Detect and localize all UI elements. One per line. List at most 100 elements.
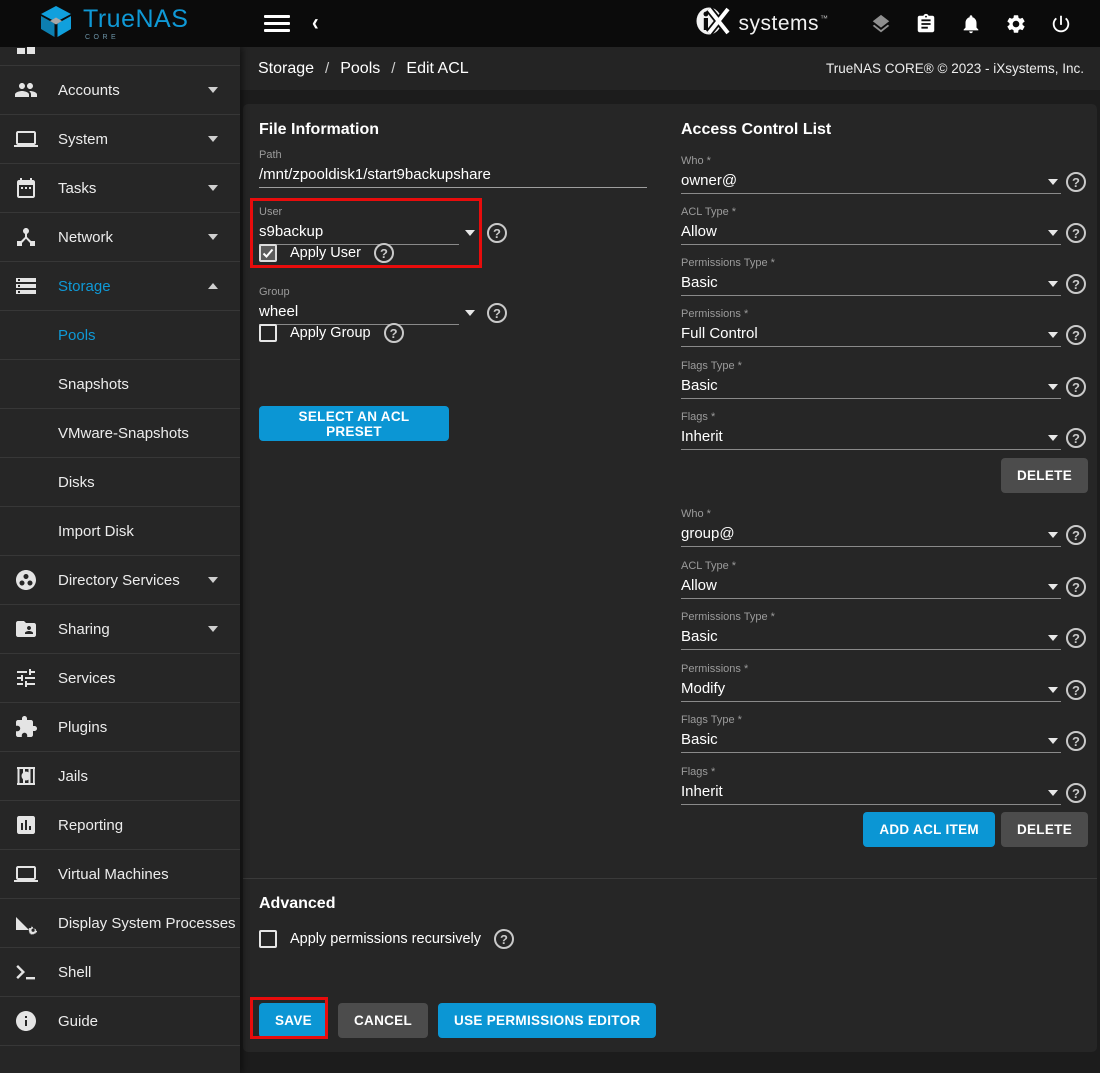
chevron-down-icon[interactable] (1048, 790, 1058, 796)
help-icon[interactable]: ? (1066, 680, 1086, 700)
help-icon[interactable]: ? (1066, 428, 1086, 448)
sidebar-item-display-system-processes[interactable]: Display System Processes (0, 899, 240, 948)
help-icon[interactable]: ? (1066, 783, 1086, 803)
acl-1-flags-type-select[interactable]: Flags Type *Basic? (681, 359, 1061, 399)
apply-user-checkbox[interactable] (259, 244, 277, 262)
help-icon[interactable]: ? (1066, 577, 1086, 597)
chevron-down-icon[interactable] (1048, 635, 1058, 641)
acl-1-actions: DELETE (681, 458, 1088, 493)
help-icon[interactable]: ? (1066, 172, 1086, 192)
directory-services-icon (14, 568, 38, 592)
acl-1-flags-select[interactable]: Flags *Inherit? (681, 410, 1061, 450)
truecommand-icon[interactable] (870, 13, 892, 35)
sidebar-item-vmware-snapshots[interactable]: VMware-Snapshots (0, 409, 240, 458)
group-help-icon[interactable]: ? (487, 303, 507, 323)
path-value: /mnt/zpooldisk1/start9backupshare (259, 163, 647, 187)
tasks-clipboard-icon[interactable] (915, 13, 937, 35)
field-label: Flags * (681, 765, 1061, 780)
help-icon[interactable]: ? (1066, 325, 1086, 345)
chevron-down-icon (208, 87, 218, 93)
sidebar-item-label: Tasks (58, 180, 96, 197)
chevron-down-icon[interactable] (1048, 532, 1058, 538)
acl-1-permissions-type-select[interactable]: Permissions Type *Basic? (681, 256, 1061, 296)
help-icon[interactable]: ? (1066, 223, 1086, 243)
delete-button[interactable]: DELETE (1001, 458, 1088, 493)
sidebar-item-guide[interactable]: Guide (0, 997, 240, 1046)
chevron-down-icon[interactable] (1048, 687, 1058, 693)
breadcrumb-item-pools[interactable]: Pools (340, 60, 380, 78)
user-help-icon[interactable]: ? (487, 223, 507, 243)
apply-group-checkbox[interactable] (259, 324, 277, 342)
acl-1-who-select[interactable]: Who *owner@? (681, 154, 1061, 194)
sidebar-item-dashboard-partial[interactable] (0, 47, 240, 66)
power-icon[interactable] (1050, 13, 1072, 35)
sidebar-item-directory-services[interactable]: Directory Services (0, 556, 240, 605)
field-value: owner@ (681, 169, 1061, 193)
cancel-button[interactable]: CANCEL (338, 1003, 428, 1038)
sidebar-item-system[interactable]: System (0, 115, 240, 164)
use-permissions-editor-button[interactable]: USE PERMISSIONS EDITOR (438, 1003, 656, 1038)
sidebar-nav: AccountsSystem Tasks NetworkStoragePoolsSn… (0, 47, 240, 1073)
chevron-down-icon[interactable] (1048, 281, 1058, 287)
sidebar-item-plugins[interactable]: Plugins (0, 703, 240, 752)
help-icon[interactable]: ? (1066, 628, 1086, 648)
sidebar-item-sharing[interactable]: Sharing (0, 605, 240, 654)
help-icon[interactable]: ? (1066, 731, 1086, 751)
sidebar-item-accounts[interactable]: Accounts (0, 66, 240, 115)
apply-group-help-icon[interactable]: ? (384, 323, 404, 343)
sidebar-item-pools[interactable]: Pools (0, 311, 240, 360)
add-acl-item-button[interactable]: ADD ACL ITEM (863, 812, 995, 847)
chevron-down-icon[interactable] (465, 310, 475, 316)
truenas-logo[interactable]: TrueNAS CORE (0, 5, 240, 43)
sidebar-item-reporting[interactable]: Reporting (0, 801, 240, 850)
acl-1-acl-type-select[interactable]: ACL Type *Allow? (681, 205, 1061, 245)
sidebar-item-jails[interactable]: Jails (0, 752, 240, 801)
sidebar-item-label: Disks (58, 474, 95, 491)
acl-2-flags-select[interactable]: Flags *Inherit? (681, 765, 1061, 805)
user-select[interactable]: User s9backup ? (259, 205, 459, 245)
sidebar-item-tasks[interactable]: Tasks (0, 164, 240, 213)
acl-2-permissions-type-select[interactable]: Permissions Type *Basic? (681, 610, 1061, 650)
field-label: Permissions * (681, 307, 1061, 322)
apply-recursively-help-icon[interactable]: ? (494, 929, 514, 949)
acl-2-who-select[interactable]: Who *group@? (681, 507, 1061, 547)
chevron-down-icon[interactable] (1048, 332, 1058, 338)
sidebar-item-services[interactable]: Services (0, 654, 240, 703)
menu-icon[interactable] (264, 11, 290, 36)
sidebar-item-storage[interactable]: Storage (0, 262, 240, 311)
field-value: Inherit (681, 780, 1061, 804)
chevron-down-icon[interactable] (1048, 738, 1058, 744)
chevron-down-icon[interactable] (1048, 584, 1058, 590)
select-acl-preset-button[interactable]: SELECT AN ACL PRESET (259, 406, 449, 441)
help-icon[interactable]: ? (1066, 525, 1086, 545)
breadcrumb-separator: / (325, 60, 329, 77)
acl-2-flags-type-select[interactable]: Flags Type *Basic? (681, 713, 1061, 753)
chevron-down-icon[interactable] (1048, 435, 1058, 441)
delete-button[interactable]: DELETE (1001, 812, 1088, 847)
acl-2-permissions-select[interactable]: Permissions *Modify? (681, 662, 1061, 702)
group-select[interactable]: Group wheel ? (259, 285, 459, 325)
breadcrumb-item-storage[interactable]: Storage (258, 60, 314, 78)
sidebar-item-virtual-machines[interactable]: Virtual Machines (0, 850, 240, 899)
sidebar-item-shell[interactable]: Shell (0, 948, 240, 997)
help-icon[interactable]: ? (1066, 377, 1086, 397)
save-button[interactable]: SAVE (259, 1003, 328, 1038)
help-icon[interactable]: ? (1066, 274, 1086, 294)
sidebar-item-network[interactable]: Network (0, 213, 240, 262)
sidebar-item-disks[interactable]: Disks (0, 458, 240, 507)
collapse-sidebar-icon[interactable]: ‹ (312, 10, 319, 38)
chevron-up-icon (208, 283, 218, 289)
field-value: Allow (681, 574, 1061, 598)
chevron-down-icon[interactable] (465, 230, 475, 236)
chevron-down-icon[interactable] (1048, 179, 1058, 185)
apply-user-help-icon[interactable]: ? (374, 243, 394, 263)
acl-2-acl-type-select[interactable]: ACL Type *Allow? (681, 559, 1061, 599)
chevron-down-icon[interactable] (1048, 384, 1058, 390)
settings-icon[interactable] (1005, 13, 1027, 35)
acl-1-permissions-select[interactable]: Permissions *Full Control? (681, 307, 1061, 347)
apply-recursively-checkbox[interactable] (259, 930, 277, 948)
sidebar-item-snapshots[interactable]: Snapshots (0, 360, 240, 409)
notifications-icon[interactable] (960, 13, 982, 35)
sidebar-item-import-disk[interactable]: Import Disk (0, 507, 240, 556)
chevron-down-icon[interactable] (1048, 230, 1058, 236)
